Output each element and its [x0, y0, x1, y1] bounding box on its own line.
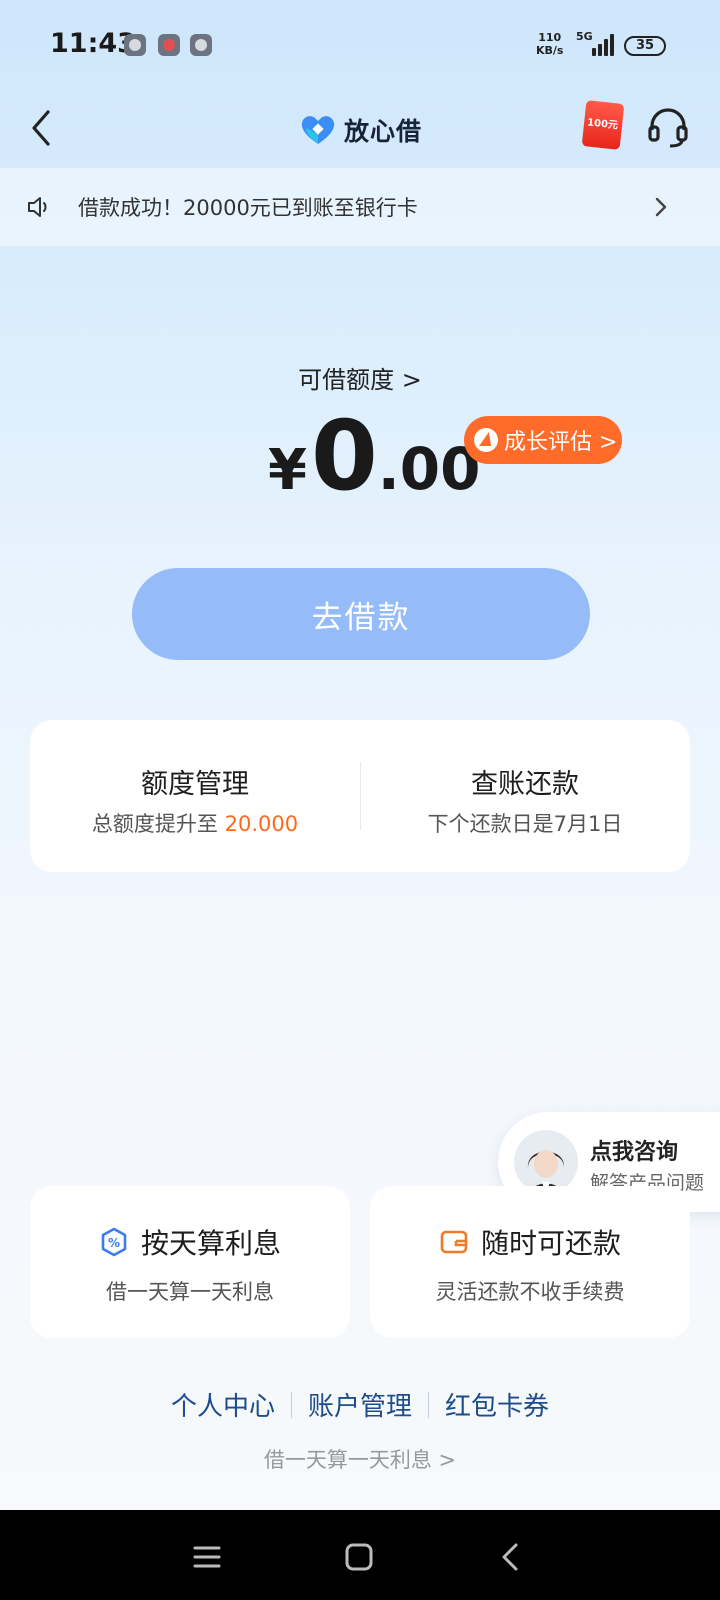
daily-interest-card[interactable]: % 按天算利息 借一天算一天利息 [30, 1186, 350, 1338]
headset-icon [648, 108, 688, 148]
status-bar: 11:43 110 KB/s 5G 35 [0, 0, 720, 92]
repay-anytime-card[interactable]: 随时可还款 灵活还款不收手续费 [370, 1186, 690, 1338]
wallet-icon [440, 1230, 468, 1254]
lightning-icon [474, 428, 498, 452]
network-speed-unit: KB/s [536, 44, 564, 57]
system-nav-bar [0, 1510, 720, 1600]
red-packet-button[interactable]: 100元 [581, 100, 625, 150]
next-repayment-date: 下个还款日是7月1日 [427, 812, 623, 836]
repay-anytime-title: 随时可还款 [480, 1227, 621, 1260]
customer-service-button[interactable] [646, 106, 690, 150]
red-packet-label: 100元 [586, 117, 619, 132]
battery-icon: 35 [624, 36, 666, 56]
home-button[interactable] [342, 1540, 376, 1574]
repay-anytime-header: 随时可还款 [370, 1222, 690, 1262]
quota-card: 额度管理 总额度提升至 20.000 查账还款 下个还款日是7月1日 [30, 720, 690, 872]
bottom-links: 个人中心 账户管理 红包卡券 [0, 1386, 720, 1423]
svg-text:%: % [108, 1236, 120, 1250]
back-button[interactable] [24, 106, 64, 150]
growth-assessment-label: 成长评估 > [504, 430, 618, 455]
app-title: 放心借 [344, 117, 423, 146]
notice-text: 借款成功！20000元已到账至银行卡 [78, 196, 418, 220]
daily-interest-subtitle: 借一天算一天利息 [106, 1280, 274, 1304]
link-account-management[interactable]: 账户管理 [292, 1386, 428, 1423]
avatar-image [514, 1130, 578, 1194]
amount-integer: 0 [310, 400, 378, 512]
heart-logo-icon [301, 116, 335, 144]
network-type: 5G [576, 30, 593, 43]
bill-repayment-title: 查账还款 [471, 769, 579, 800]
app-brand: 放心借 [300, 110, 422, 150]
growth-assessment-button[interactable]: 成长评估 > [464, 416, 622, 464]
signal-icon [592, 34, 616, 56]
network-speed: 110 KB/s [536, 31, 563, 57]
back-arrow-icon [32, 110, 50, 146]
notice-bar[interactable]: 借款成功！20000元已到账至银行卡 [0, 168, 720, 246]
total-quota-value: 20.000 [224, 812, 299, 836]
agent-avatar [514, 1130, 578, 1194]
credit-amount: ¥ 0 .00 [268, 400, 481, 512]
system-back-button[interactable] [494, 1540, 528, 1574]
daily-interest-title: 按天算利息 [140, 1227, 281, 1260]
footer-tip[interactable]: 借一天算一天利息 > [0, 1444, 720, 1474]
repay-anytime-subtitle: 灵活还款不收手续费 [435, 1280, 625, 1304]
quota-subtitle-prefix: 总额度提升至 [91, 812, 225, 836]
network-speed-value: 110 [538, 31, 562, 44]
bill-repayment[interactable]: 查账还款 下个还款日是7月1日 [360, 720, 690, 872]
app-notification-icon [158, 34, 180, 56]
percent-shield-icon: % [101, 1227, 127, 1257]
chevron-right-icon [655, 197, 667, 217]
consult-title: 点我咨询 [590, 1140, 679, 1165]
back-icon [502, 1543, 518, 1571]
link-red-packet-coupons[interactable]: 红包卡券 [429, 1386, 565, 1423]
quota-management-title: 额度管理 [141, 769, 249, 800]
quota-management[interactable]: 额度管理 总额度提升至 20.000 [30, 720, 360, 872]
available-credit-label[interactable]: 可借额度 > [0, 360, 720, 395]
daily-interest-header: % 按天算利息 [30, 1222, 350, 1262]
app-notification-icon [190, 34, 212, 56]
message-notification-icon [124, 34, 146, 56]
borrow-button[interactable]: 去借款 [132, 568, 590, 660]
quota-management-subtitle: 总额度提升至 20.000 [30, 808, 360, 838]
speaker-icon [28, 197, 47, 217]
currency-symbol: ¥ [268, 438, 307, 503]
link-personal-center[interactable]: 个人中心 [155, 1386, 291, 1423]
home-icon [345, 1543, 373, 1571]
nav-bar: 放心借 100元 [0, 92, 720, 168]
menu-icon [193, 1546, 221, 1568]
menu-button[interactable] [190, 1540, 224, 1574]
